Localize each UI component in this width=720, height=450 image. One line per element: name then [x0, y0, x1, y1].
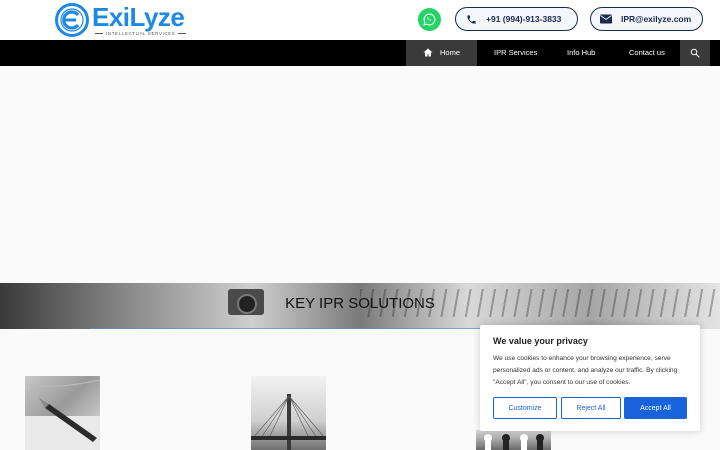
header-bar: ExiLyze INTELLECTUAL SERVICES +91 (994)-… [0, 0, 720, 40]
phone-icon [465, 13, 477, 25]
main-nav: Home IPR Services Info Hub Contact us [0, 40, 720, 66]
nav-item-contact-us[interactable]: Contact us [629, 40, 665, 66]
envelope-icon [600, 13, 612, 25]
home-icon [423, 48, 433, 57]
bridge-image [251, 394, 326, 450]
cookie-consent-dialog: We value your privacy We use cookies to … [480, 325, 700, 431]
pen-image [25, 379, 100, 450]
nav-item-ipr-services[interactable]: IPR Services [494, 40, 537, 66]
phone-button[interactable]: +91 (994)-913-3833 [455, 7, 578, 31]
logo-e-icon [55, 3, 89, 37]
solution-image-bridge[interactable] [251, 376, 326, 450]
logo-wordmark: ExiLyze [92, 2, 185, 32]
customize-button[interactable]: Customize [493, 397, 557, 419]
accept-all-button[interactable]: Accept All [624, 397, 687, 419]
reject-all-button[interactable]: Reject All [561, 397, 621, 419]
nav-item-home[interactable]: Home [406, 40, 477, 66]
whatsapp-button[interactable] [418, 8, 441, 31]
whatsapp-icon [423, 13, 436, 26]
nav-item-label: Home [440, 48, 461, 57]
chess-image [484, 434, 544, 450]
solution-image-chess[interactable] [476, 430, 551, 450]
site-logo[interactable]: ExiLyze INTELLECTUAL SERVICES [54, 2, 186, 38]
nav-item-info-hub[interactable]: Info Hub [567, 40, 595, 66]
cookie-description: We use cookies to enhance your browsing … [493, 355, 678, 386]
solution-image-pen[interactable] [25, 376, 100, 450]
email-address: IPR@exilyze.com [621, 14, 692, 24]
phone-number: +91 (994)-913-3833 [486, 14, 562, 24]
cookie-title: We value your privacy [493, 336, 588, 346]
email-button[interactable]: IPR@exilyze.com [590, 7, 703, 31]
section-title: KEY IPR SOLUTIONS [285, 295, 435, 312]
logo-tagline: INTELLECTUAL SERVICES [92, 31, 184, 36]
search-button[interactable] [680, 40, 710, 66]
search-icon [690, 48, 700, 58]
section-banner: KEY IPR SOLUTIONS [0, 283, 720, 329]
